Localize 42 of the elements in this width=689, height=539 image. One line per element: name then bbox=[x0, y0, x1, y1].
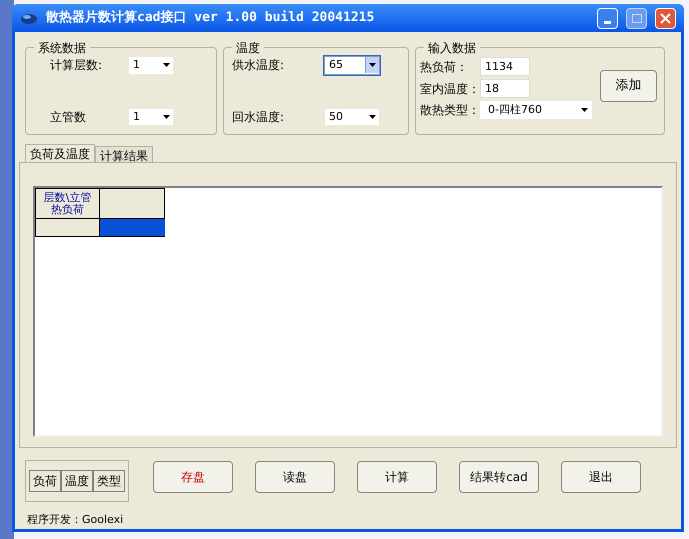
add-button[interactable]: 添加 bbox=[600, 70, 657, 102]
window-title: 散热器片数计算cad接口 ver 1.00 build 20041215 bbox=[46, 8, 376, 28]
input-field[interactable]: 1134 bbox=[480, 57, 530, 76]
group-title: 系统数据 bbox=[34, 39, 90, 57]
dropdown[interactable]: 50 bbox=[324, 108, 380, 126]
field-label: 回水温度: bbox=[232, 108, 286, 126]
field-label: 供水温度: bbox=[232, 57, 286, 74]
grid-cell[interactable] bbox=[100, 219, 165, 237]
status-text: 程序开发：Goolexi bbox=[26, 512, 124, 528]
maximize-button[interactable] bbox=[626, 8, 647, 28]
header-text: 热负荷 bbox=[51, 204, 84, 216]
dropdown[interactable]: 1 bbox=[128, 56, 174, 74]
app-icon bbox=[20, 11, 38, 25]
action-button[interactable]: 结果转cad bbox=[459, 461, 539, 493]
input-field[interactable]: 18 bbox=[480, 79, 530, 98]
toggle-button[interactable]: 类型 bbox=[93, 470, 125, 492]
toggle-button[interactable]: 温度 bbox=[61, 470, 93, 492]
toggle-button[interactable]: 负荷 bbox=[29, 470, 61, 492]
action-button[interactable]: 存盘 bbox=[153, 461, 233, 493]
tab[interactable]: 计算结果 bbox=[95, 146, 153, 162]
header-text: 层数\立管 bbox=[44, 192, 92, 204]
close-icon bbox=[660, 12, 671, 24]
caret-icon bbox=[162, 114, 170, 119]
action-button[interactable]: 读盘 bbox=[255, 461, 335, 493]
group-title: 输入数据 bbox=[424, 39, 480, 57]
caret-icon bbox=[369, 63, 376, 68]
dropdown[interactable]: 1 bbox=[128, 108, 174, 126]
field-label: 热负荷： bbox=[420, 58, 469, 76]
field-label: 立管数 bbox=[50, 108, 87, 126]
tab[interactable]: 负荷及温度 bbox=[25, 144, 95, 162]
dropdown[interactable]: 0-四柱760 bbox=[480, 101, 592, 119]
close-button[interactable] bbox=[655, 8, 676, 28]
caret-icon bbox=[162, 63, 170, 68]
caret-icon bbox=[581, 108, 588, 112]
action-button[interactable]: 退出 bbox=[561, 461, 641, 493]
caret-icon bbox=[368, 114, 376, 119]
action-button[interactable]: 计算 bbox=[357, 461, 437, 493]
field-label: 计算层数: bbox=[50, 57, 104, 74]
dropdown[interactable]: 65 bbox=[324, 56, 380, 74]
minimize-button[interactable] bbox=[597, 8, 618, 28]
field-label: 散热类型： bbox=[420, 102, 480, 119]
field-label: 室内温度： bbox=[420, 80, 480, 98]
